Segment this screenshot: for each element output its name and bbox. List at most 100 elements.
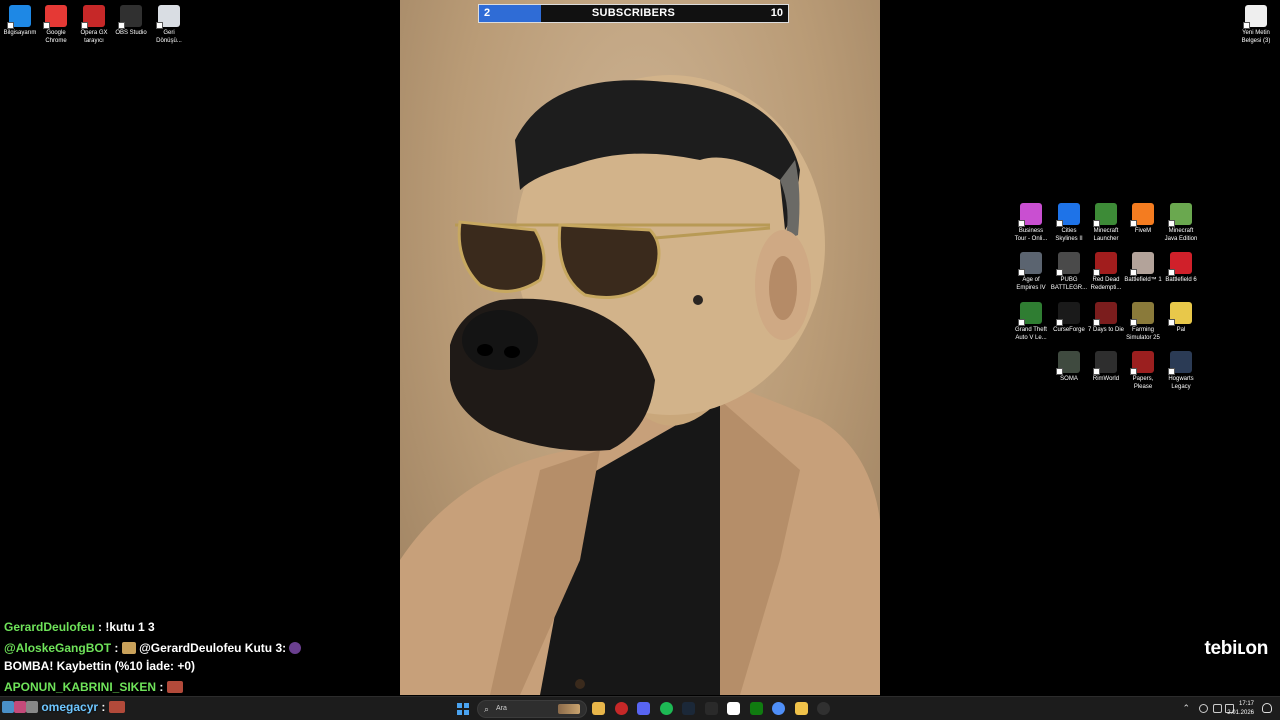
business-tour-icon (1018, 203, 1042, 227)
chat-separator: : (94, 620, 106, 634)
soma-icon (1056, 351, 1080, 375)
desktop-shortcut-label: Hogwarts Legacy (1168, 376, 1194, 390)
start-button[interactable] (457, 703, 469, 715)
battlefield-6-icon (1168, 252, 1192, 276)
stream-portrait-image (400, 0, 880, 695)
network-icon[interactable] (1213, 704, 1222, 713)
desktop-shortcut-game-0[interactable]: Business Tour - Onli... (1011, 203, 1051, 243)
shortcut-arrow-icon (1168, 269, 1175, 276)
channel-watermark: tebiʟon (1204, 638, 1269, 659)
tray-overflow-chevron-icon[interactable]: ⌃ (1182, 703, 1190, 714)
chat-message: omegacyr : (2, 700, 125, 714)
taskbar-capcut-icon[interactable] (727, 702, 740, 715)
shortcut-arrow-icon (1130, 368, 1137, 375)
minecraft-java-icon (1168, 203, 1192, 227)
battlefield-1-icon (1130, 252, 1154, 276)
chrome-icon (43, 5, 67, 29)
shortcut-arrow-icon (1093, 220, 1100, 227)
taskbar-file-explorer-icon[interactable] (592, 702, 605, 715)
shortcut-arrow-icon (7, 22, 14, 29)
desktop-shortcut-game-14[interactable]: Pal (1161, 302, 1201, 335)
farming-sim-icon (1130, 302, 1154, 326)
desktop-shortcut-left-1[interactable]: Google Chrome (36, 5, 76, 45)
chat-message: @AloskeGangBOT : @GerardDeulofeu Kutu 3: (4, 641, 302, 655)
shortcut-arrow-icon (1018, 269, 1025, 276)
user-badge-icon (26, 701, 38, 713)
desktop-shortcut-game-2[interactable]: Minecraft Launcher (1086, 203, 1126, 243)
desktop-shortcut-game-3[interactable]: FiveM (1123, 203, 1163, 236)
desktop-shortcut-label: Geri Dönüşü... (156, 30, 182, 44)
gta-v-icon (1018, 302, 1042, 326)
search-placeholder: Ara (496, 705, 507, 712)
age-of-empires-icon (1018, 252, 1042, 276)
obs-icon (118, 5, 142, 29)
shortcut-arrow-icon (1093, 319, 1100, 326)
desktop-shortcut-game-13[interactable]: Farming Simulator 25 (1123, 302, 1163, 342)
shortcut-arrow-icon (1056, 368, 1063, 375)
chat-username: APONUN_KABRINI_SIKEN (4, 680, 157, 694)
desktop-shortcut-game-8[interactable]: Battlefield™ 1 (1123, 252, 1163, 285)
red-dead-icon (1093, 252, 1117, 276)
desktop-shortcut-label: Yeni Metin Belgesi (3) (1241, 30, 1271, 44)
taskbar-clock[interactable]: 17:17 2.01.2026 (1227, 700, 1254, 718)
desktop-shortcut-label: Pal (1176, 327, 1186, 333)
taskbar-search-box[interactable]: ⌕ Ara (477, 700, 587, 718)
taskbar: ⌕ Ara ⌃ 17:17 2.01.2026 (0, 696, 1280, 720)
taskbar-obs-icon[interactable] (817, 702, 830, 715)
pal-icon (1168, 302, 1192, 326)
desktop-shortcut-game-4[interactable]: Minecraft Java Edition (1161, 203, 1201, 243)
chat-separator: : (98, 700, 109, 714)
desktop-shortcut-game-5[interactable]: Age of Empires IV (1011, 252, 1051, 292)
shortcut-arrow-icon (1093, 269, 1100, 276)
shortcut-arrow-icon (156, 22, 163, 29)
desktop-shortcut-game-10[interactable]: Grand Theft Auto V Le... (1011, 302, 1051, 342)
desktop-shortcut-game-9[interactable]: Battlefield 6 (1161, 252, 1201, 285)
microphone-icon[interactable] (1199, 704, 1208, 713)
chat-text: @GerardDeulofeu Kutu 3: (135, 641, 290, 655)
notification-bell-icon[interactable] (1262, 703, 1272, 713)
shortcut-arrow-icon (81, 22, 88, 29)
shortcut-arrow-icon (118, 22, 125, 29)
shortcut-arrow-icon (43, 22, 50, 29)
shortcut-arrow-icon (1056, 319, 1063, 326)
search-icon: ⌕ (484, 704, 490, 714)
face-emote-icon (108, 701, 125, 713)
desktop-shortcut-game-18[interactable]: Hogwarts Legacy (1161, 351, 1201, 391)
search-highlight-icon (558, 704, 580, 714)
taskbar-steam-icon[interactable] (682, 702, 695, 715)
papers-please-icon (1130, 351, 1154, 375)
bomb-emoji-icon (289, 642, 302, 654)
desktop-shortcut-game-17[interactable]: Papers, Please (1123, 351, 1163, 391)
chat-separator: : (111, 641, 122, 655)
face-emote-icon (166, 681, 183, 693)
recycle-bin-icon (156, 5, 180, 29)
shortcut-arrow-icon (1018, 220, 1025, 227)
opera-gx-icon (81, 5, 105, 29)
shortcut-arrow-icon (1168, 319, 1175, 326)
desktop-shortcut-left-3[interactable]: OBS Studio (111, 5, 151, 38)
taskbar-xbox-icon[interactable] (749, 702, 763, 715)
minecraft-launcher-icon (1093, 203, 1117, 227)
hogwarts-icon (1168, 351, 1192, 375)
taskbar-spotify-icon[interactable] (659, 702, 673, 715)
shortcut-arrow-icon (1093, 368, 1100, 375)
chat-username: @AloskeGangBOT (4, 641, 112, 655)
shortcut-arrow-icon (1130, 319, 1137, 326)
taskbar-folder-icon[interactable] (794, 702, 808, 715)
seven-days-icon (1093, 302, 1117, 326)
fivem-icon (1130, 203, 1154, 227)
shortcut-arrow-icon (1018, 319, 1025, 326)
box-emoji-icon (121, 642, 136, 654)
subscriber-goal: 10 (770, 7, 783, 19)
desktop-shortcut-game-7[interactable]: Red Dead Redempti... (1086, 252, 1126, 292)
taskbar-epic-games-icon[interactable] (704, 702, 718, 715)
chat-message: GerardDeulofeu : !kutu 1 3 (4, 620, 155, 634)
desktop-shortcut-yeni-metin[interactable]: Yeni Metin Belgesi (3) (1236, 5, 1276, 45)
taskbar-opera-gx-icon[interactable] (614, 702, 628, 715)
taskbar-copilot-icon[interactable] (772, 702, 785, 715)
taskbar-discord-icon[interactable] (637, 702, 650, 715)
desktop-shortcut-left-2[interactable]: Opera GX tarayıcı (74, 5, 114, 45)
shortcut-arrow-icon (1056, 269, 1063, 276)
user-badge-icon (14, 701, 26, 713)
desktop-shortcut-left-4[interactable]: Geri Dönüşü... (149, 5, 189, 45)
